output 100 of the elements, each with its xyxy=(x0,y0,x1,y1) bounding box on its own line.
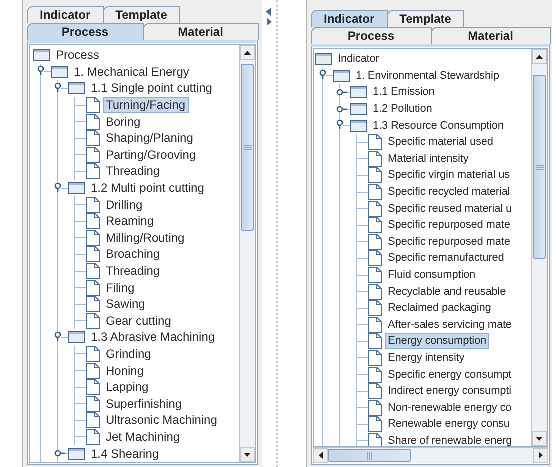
document-icon xyxy=(368,300,382,316)
tree-item[interactable]: Reclaimed packaging xyxy=(385,300,494,316)
tab[interactable]: Template xyxy=(102,6,180,23)
tree-item[interactable]: Process xyxy=(53,47,102,64)
tab[interactable]: Process xyxy=(311,27,432,44)
tree-item[interactable]: Sawing xyxy=(103,296,148,312)
tree-item[interactable]: 1.3 Abrasive Machining xyxy=(88,329,218,346)
tree-item[interactable]: Share of renewable energ xyxy=(385,432,516,446)
tree-item[interactable]: Drilling xyxy=(103,196,146,213)
tree-item[interactable]: Specific reused material u xyxy=(385,200,515,217)
document-icon xyxy=(368,167,382,184)
tab[interactable]: Indicator xyxy=(27,6,104,23)
tab[interactable]: Template xyxy=(386,10,464,27)
tree-item[interactable]: 1.4 Shearing xyxy=(88,446,162,462)
tree-item[interactable]: 1. Mechanical Energy xyxy=(71,64,192,80)
document-icon xyxy=(368,234,382,250)
tree-item[interactable]: 1.1 Single point cutting xyxy=(88,80,216,96)
tree-item[interactable]: Jet Machining xyxy=(103,428,184,445)
vertical-scrollbar[interactable] xyxy=(531,49,547,446)
document-icon xyxy=(86,263,100,280)
tree-item[interactable]: Grinding xyxy=(103,346,154,362)
grip-icon xyxy=(536,164,544,170)
document-icon xyxy=(368,134,382,150)
folder-icon xyxy=(350,86,367,98)
tree-item[interactable]: Specific energy consumpt xyxy=(385,366,515,383)
tree-item[interactable]: Parting/Grooving xyxy=(103,146,200,163)
document-icon xyxy=(368,350,382,366)
tree-item[interactable]: Renewable energy consu xyxy=(385,416,513,432)
tree-item[interactable]: Filing xyxy=(103,280,138,296)
tree-item[interactable]: Specific remanufactured xyxy=(385,250,508,266)
tree-item[interactable]: Recyclable and reusable xyxy=(385,284,510,300)
tree-item[interactable]: Material intensity xyxy=(385,150,472,167)
document-icon xyxy=(368,416,382,432)
tree-item[interactable]: Reaming xyxy=(103,213,158,230)
document-icon xyxy=(368,150,382,167)
tree-item[interactable]: Specific repurposed mate xyxy=(385,217,514,234)
document-icon xyxy=(368,383,382,400)
tab[interactable]: Material xyxy=(430,27,551,44)
tab[interactable]: Indicator xyxy=(311,10,388,27)
document-icon xyxy=(86,146,100,163)
folder-icon xyxy=(51,66,68,78)
tree-item[interactable]: After-sales servicing mate xyxy=(385,316,515,333)
tree-item[interactable]: Superfinishing xyxy=(103,396,186,412)
document-icon xyxy=(368,250,382,266)
tree-item[interactable]: Non-renewable energy co xyxy=(385,400,515,416)
tree-item[interactable]: Honing xyxy=(103,362,148,379)
document-icon xyxy=(86,396,100,412)
document-icon xyxy=(368,267,382,284)
folder-icon xyxy=(68,331,85,344)
tree-item[interactable]: Threading xyxy=(103,163,164,180)
tree-item[interactable]: Lapping xyxy=(103,379,152,396)
tab[interactable]: Process xyxy=(27,23,144,40)
document-icon xyxy=(368,366,382,383)
tree-item[interactable]: Specific material used xyxy=(385,134,496,150)
tree-item[interactable]: Broaching xyxy=(103,246,164,262)
document-icon xyxy=(86,213,100,230)
document-icon xyxy=(86,412,100,428)
document-icon xyxy=(368,200,382,217)
vertical-scrollbar[interactable] xyxy=(239,45,255,462)
split-arrows-icon[interactable] xyxy=(266,8,272,26)
tab[interactable]: Material xyxy=(142,23,259,40)
tree-item[interactable]: Indicator xyxy=(335,51,382,68)
tree-item[interactable]: Shaping/Planing xyxy=(103,130,196,146)
scroll-down-icon[interactable] xyxy=(536,436,543,440)
tree-item[interactable]: Energy intensity xyxy=(385,350,468,366)
tree-item[interactable]: Indirect energy consumpti xyxy=(385,383,514,400)
grip-icon xyxy=(367,452,372,460)
tree-item[interactable]: Gear cutting xyxy=(103,312,174,329)
folder-icon xyxy=(33,49,50,62)
tree-item[interactable]: 1.2 Pollution xyxy=(370,101,436,118)
document-icon xyxy=(86,428,100,445)
tree-item[interactable]: Ultrasonic Machining xyxy=(103,412,220,428)
tree-item[interactable]: Specific virgin material us xyxy=(385,167,514,184)
document-icon xyxy=(86,362,100,379)
scroll-right-icon[interactable] xyxy=(538,452,542,459)
document-icon xyxy=(368,316,382,333)
tree-item[interactable]: Milling/Routing xyxy=(103,230,188,246)
folder-icon xyxy=(315,53,332,66)
document-icon xyxy=(86,97,100,114)
tree-item[interactable]: Fluid consumption xyxy=(385,267,479,284)
horizontal-scrollbar[interactable] xyxy=(313,447,548,463)
folder-icon xyxy=(68,182,85,194)
scroll-up-icon[interactable] xyxy=(244,50,251,54)
folder-icon xyxy=(68,448,85,460)
document-icon xyxy=(86,230,100,246)
tree-item[interactable]: Turning/Facing xyxy=(103,97,189,114)
tree-item[interactable]: Energy consumption xyxy=(385,333,490,350)
tree-item[interactable]: Specific recycled material xyxy=(385,184,514,200)
tree-item[interactable]: Specific repurposed mate xyxy=(385,234,514,250)
tree-item[interactable]: 1.1 Emission xyxy=(370,84,438,100)
tree-item[interactable]: Boring xyxy=(103,114,144,130)
scroll-down-icon[interactable] xyxy=(244,452,251,456)
document-icon xyxy=(86,130,100,146)
tree-item[interactable]: 1.3 Resource Consumption xyxy=(370,118,507,134)
scroll-left-icon[interactable] xyxy=(318,452,322,459)
scroll-up-icon[interactable] xyxy=(536,54,543,58)
document-icon xyxy=(368,284,382,300)
tree-item[interactable]: Threading xyxy=(103,263,164,280)
tree-item[interactable]: 1.2 Multi point cutting xyxy=(88,180,208,196)
tree-item[interactable]: 1. Environmental Stewardship xyxy=(353,68,502,84)
